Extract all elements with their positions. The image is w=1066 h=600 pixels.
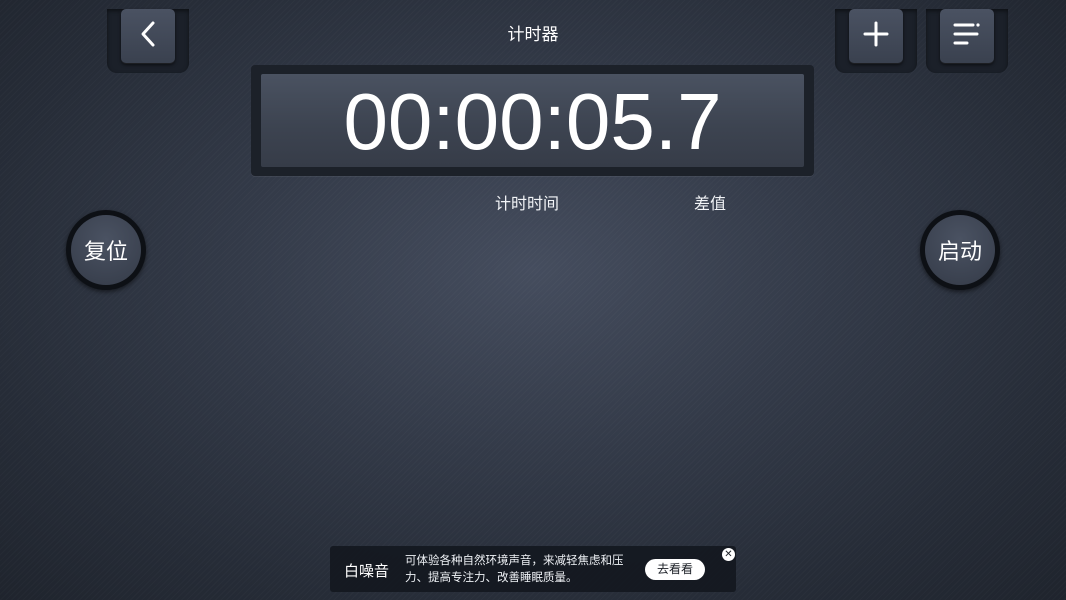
start-button-label: 启动 (925, 215, 995, 285)
close-icon: ✕ (724, 549, 733, 560)
ad-close-button[interactable]: ✕ (722, 548, 735, 561)
time-display-frame: 00:00:05.7 (251, 65, 814, 176)
add-button-housing (835, 9, 917, 73)
ad-banner[interactable]: 白噪音 可体验各种自然环境声音，来减轻焦虑和压力、提高专注力、改善睡眠质量。 去… (330, 546, 736, 592)
start-button[interactable]: 启动 (920, 210, 1000, 290)
plus-icon (862, 20, 890, 52)
elapsed-time-readout: 00:00:05.7 (343, 77, 722, 166)
reset-button[interactable]: 复位 (66, 210, 146, 290)
ad-title: 白噪音 (344, 562, 390, 580)
elapsed-time-label: 计时时间 (495, 194, 560, 213)
list-menu-icon (953, 21, 981, 51)
ad-view-button[interactable]: 去看看 (645, 559, 705, 580)
chevron-left-icon (138, 20, 158, 52)
back-button[interactable] (121, 9, 175, 63)
reset-button-label: 复位 (71, 215, 141, 285)
back-button-housing (107, 9, 189, 73)
ad-description: 可体验各种自然环境声音，来减轻焦虑和压力、提高专注力、改善睡眠质量。 (405, 553, 624, 584)
time-display-panel: 00:00:05.7 (261, 74, 804, 167)
add-button[interactable] (849, 9, 903, 63)
page-title: 计时器 (507, 25, 559, 45)
difference-label: 差值 (694, 194, 727, 213)
menu-button-housing (926, 9, 1008, 73)
menu-button[interactable] (940, 9, 994, 63)
